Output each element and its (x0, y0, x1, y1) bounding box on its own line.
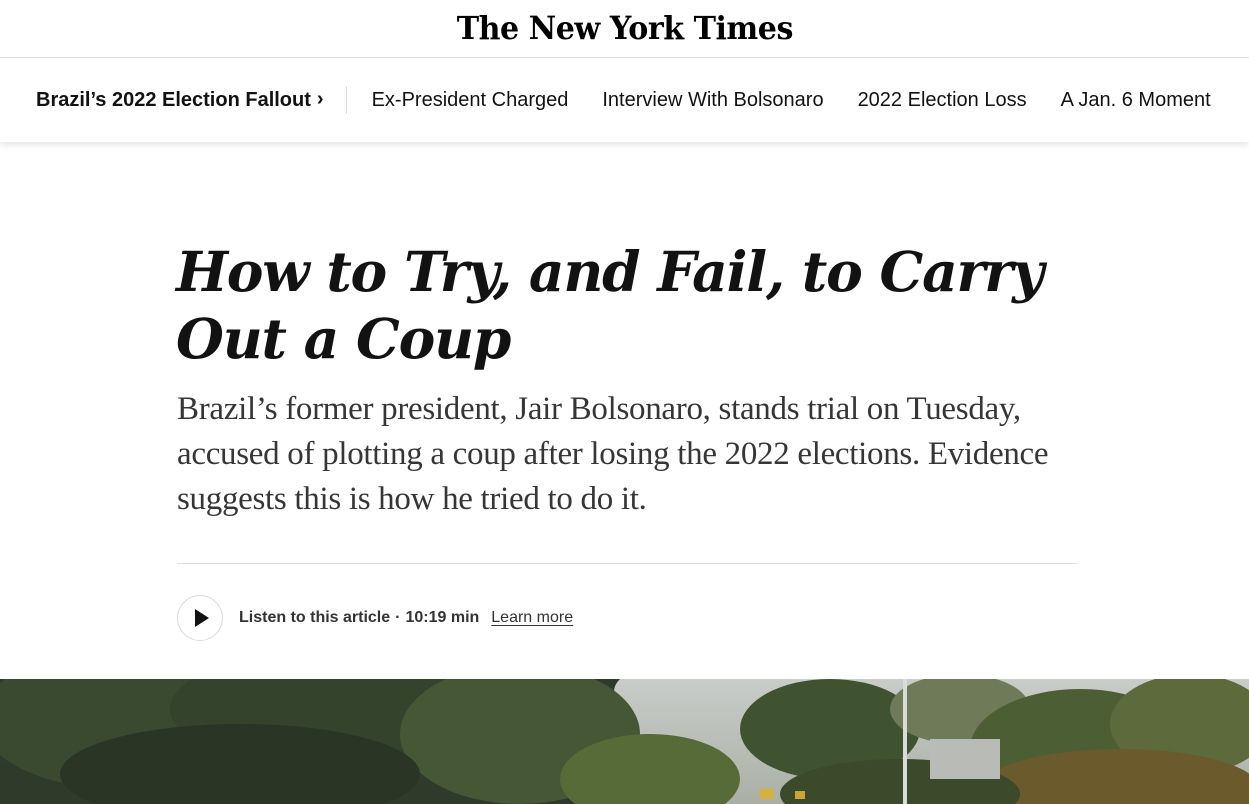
topic-link-interview-with-bolsonaro[interactable]: Interview With Bolsonaro (602, 89, 823, 112)
listen-text: Listen to this article (239, 609, 391, 626)
nyt-logo[interactable]: The New York Times (456, 9, 793, 47)
listen-separator: · (395, 609, 401, 626)
topic-divider (345, 86, 347, 114)
listen-label: Listen to this article · 10:19 min (239, 609, 479, 627)
hero-photo-illustration (0, 679, 1249, 804)
chevron-right-icon: › (316, 87, 324, 110)
article-summary: Brazil’s former president, Jair Bolsonar… (177, 391, 1049, 517)
topic-link-2022-election-loss[interactable]: 2022 Election Loss (858, 89, 1027, 112)
learn-more-link[interactable]: Learn more (491, 609, 573, 627)
masthead: The New York Times (0, 0, 1249, 58)
topic-link-ex-president-charged[interactable]: Ex-President Charged (372, 89, 569, 112)
article-headline: How to Try, and Fail, to Carry Out a Cou… (176, 239, 1044, 371)
hero-image (0, 679, 1249, 804)
topic-nav: Brazil’s 2022 Election Fallout › Ex-Pres… (0, 58, 1249, 142)
play-icon (195, 609, 209, 627)
topic-title-label: Brazil’s 2022 Election Fallout (36, 88, 311, 111)
audio-duration: 10:19 min (405, 609, 480, 626)
topic-title-link[interactable]: Brazil’s 2022 Election Fallout › (36, 87, 324, 112)
play-button[interactable] (177, 595, 223, 641)
topic-link-jan-6-moment[interactable]: A Jan. 6 Moment (1061, 89, 1211, 112)
header-divider (177, 563, 1077, 564)
audio-player: Listen to this article · 10:19 min Learn m… (177, 594, 573, 642)
